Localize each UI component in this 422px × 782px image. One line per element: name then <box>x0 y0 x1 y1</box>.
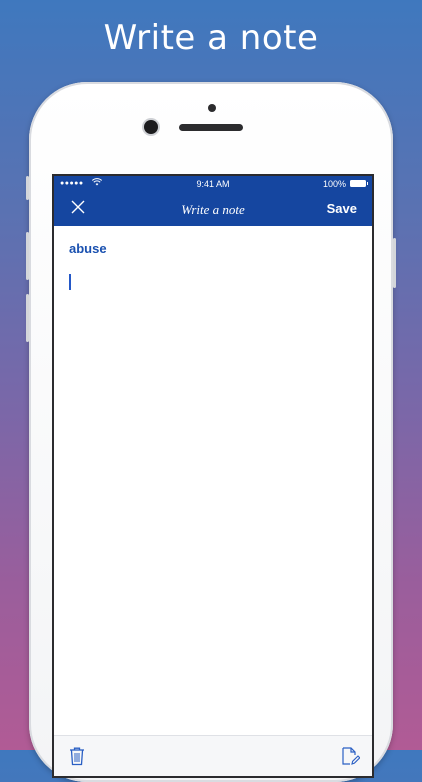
status-bar: ●●●●● 9:41 AM 100% <box>54 176 372 192</box>
edit-note-icon[interactable] <box>340 746 361 766</box>
phone-frame: ●●●●● 9:41 AM 100% Write a note Save abu… <box>26 82 396 782</box>
power-button <box>393 238 396 288</box>
battery-icon <box>350 180 368 187</box>
phone-screen: ●●●●● 9:41 AM 100% Write a note Save abu… <box>52 174 374 778</box>
navigation-bar: ●●●●● 9:41 AM 100% Write a note Save <box>54 176 372 226</box>
text-cursor[interactable] <box>69 274 71 290</box>
mute-switch <box>26 176 29 200</box>
save-button[interactable]: Save <box>327 201 357 216</box>
note-word: abuse <box>69 241 107 256</box>
battery-percent: 100% <box>322 179 346 189</box>
bottom-toolbar <box>54 735 372 776</box>
nav-title: Write a note <box>181 202 245 217</box>
volume-down-button <box>26 294 29 342</box>
proximity-sensor <box>208 104 216 112</box>
front-camera <box>144 120 158 134</box>
page-headline: Write a note <box>103 18 319 58</box>
trash-icon[interactable] <box>68 746 88 766</box>
earpiece-speaker <box>179 124 243 131</box>
volume-up-button <box>26 232 29 280</box>
